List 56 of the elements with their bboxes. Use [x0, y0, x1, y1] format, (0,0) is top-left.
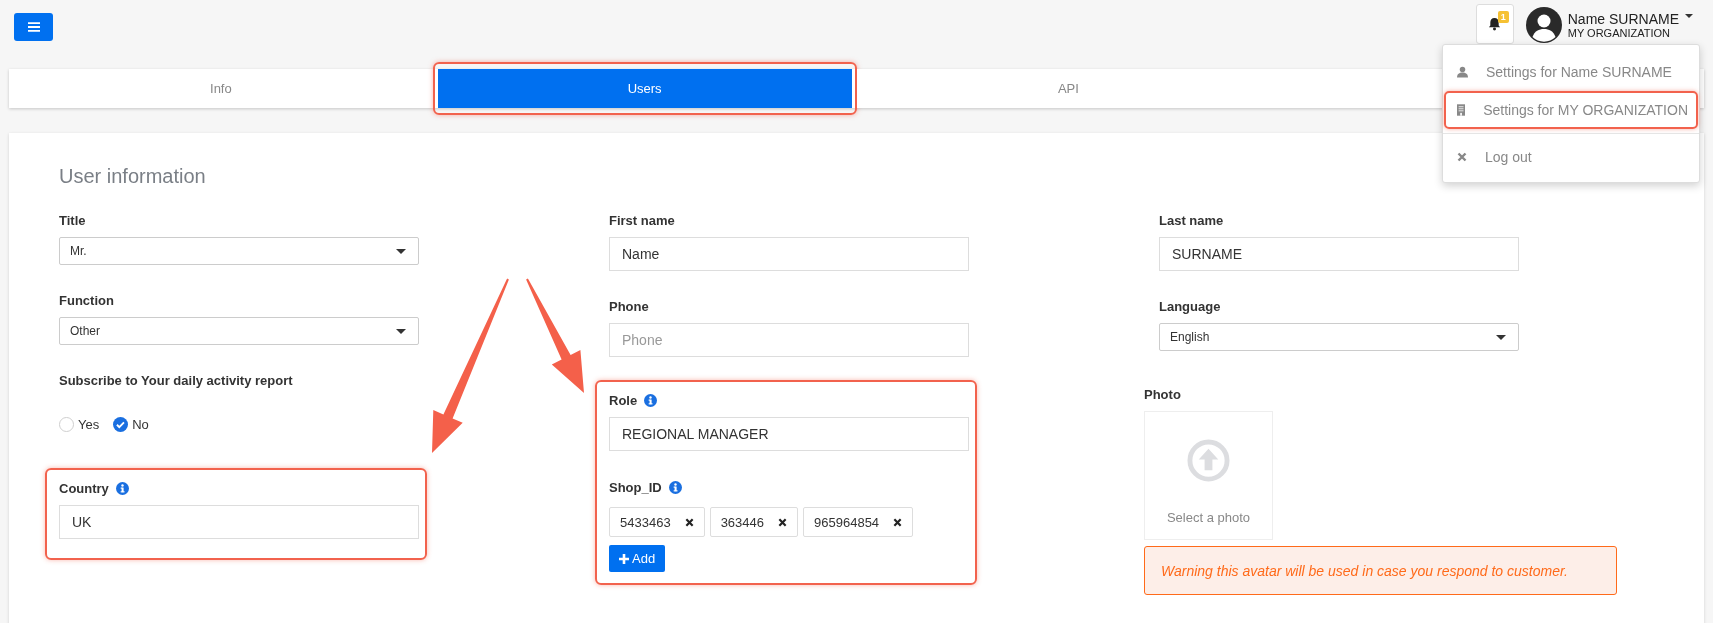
tag-chip: 5433463 — [609, 507, 705, 537]
input-field[interactable]: REGIONAL MANAGER — [609, 417, 969, 451]
caret-icon — [396, 248, 406, 254]
field-label: Shop_ID — [609, 479, 662, 495]
person-icon — [1457, 66, 1468, 78]
field-label: Role — [609, 392, 638, 408]
info-icon[interactable] — [668, 480, 682, 494]
upload-icon — [1187, 439, 1230, 482]
tag-chip: 965964854 — [803, 507, 914, 537]
select-field[interactable]: English — [1159, 323, 1519, 351]
caret-icon — [1685, 14, 1693, 18]
field-label: Function — [59, 292, 114, 308]
field-label: Subscribe to Your daily activity report — [59, 372, 293, 388]
input-field[interactable]: Phone — [609, 323, 969, 357]
info-icon[interactable] — [644, 393, 658, 407]
caret-icon — [1496, 334, 1506, 340]
caret-icon — [396, 328, 406, 334]
radio-option[interactable]: No — [113, 417, 149, 432]
select-field[interactable]: Other — [59, 317, 419, 345]
menu-item[interactable]: Log out — [1446, 140, 1696, 174]
user-name: Name SURNAME — [1567, 10, 1679, 27]
input-field[interactable]: Name — [609, 237, 969, 271]
field-label: Country — [59, 480, 109, 496]
close-icon[interactable] — [778, 517, 787, 527]
menu-button[interactable] — [14, 13, 53, 41]
notification-badge: 1 — [1497, 11, 1509, 23]
close-icon — [1457, 152, 1467, 162]
field-label: Title — [59, 212, 86, 228]
user-menu-toggle[interactable]: Name SURNAME MY ORGANIZATION — [1525, 6, 1699, 44]
input-field[interactable]: UK — [59, 505, 419, 539]
field-label: First name — [609, 212, 675, 228]
photo-upload[interactable]: Select a photo — [1144, 411, 1273, 540]
field-label: Last name — [1159, 212, 1224, 228]
plus-icon — [619, 553, 629, 564]
input-field[interactable]: SURNAME — [1159, 237, 1519, 271]
field-label: Phone — [609, 298, 649, 314]
close-icon[interactable] — [684, 517, 694, 527]
menu-item[interactable]: Settings for MY ORGANIZATION — [1446, 93, 1696, 127]
tab[interactable]: API — [856, 69, 1281, 108]
menu-icon — [27, 22, 40, 32]
menu-item[interactable]: Settings for Name SURNAME — [1446, 55, 1696, 89]
info-icon[interactable] — [115, 481, 129, 495]
bell-icon — [1488, 17, 1502, 31]
field-label: Language — [1159, 298, 1221, 314]
tab[interactable]: Info — [9, 69, 433, 108]
warning-message: Warning this avatar will be used in case you respond to customer. — [1144, 546, 1617, 595]
section-title: User information — [59, 164, 207, 188]
close-icon[interactable] — [893, 517, 903, 527]
organization-name: MY ORGANIZATION — [1567, 26, 1671, 40]
building-icon — [1457, 103, 1466, 117]
tag-chip: 363446 — [709, 507, 798, 537]
radio-option[interactable]: Yes — [59, 417, 100, 432]
field-label: Photo — [1144, 386, 1181, 402]
add-button[interactable]: Add — [609, 545, 666, 572]
select-field[interactable]: Mr. — [59, 237, 419, 265]
tab[interactable]: Users — [437, 69, 852, 108]
